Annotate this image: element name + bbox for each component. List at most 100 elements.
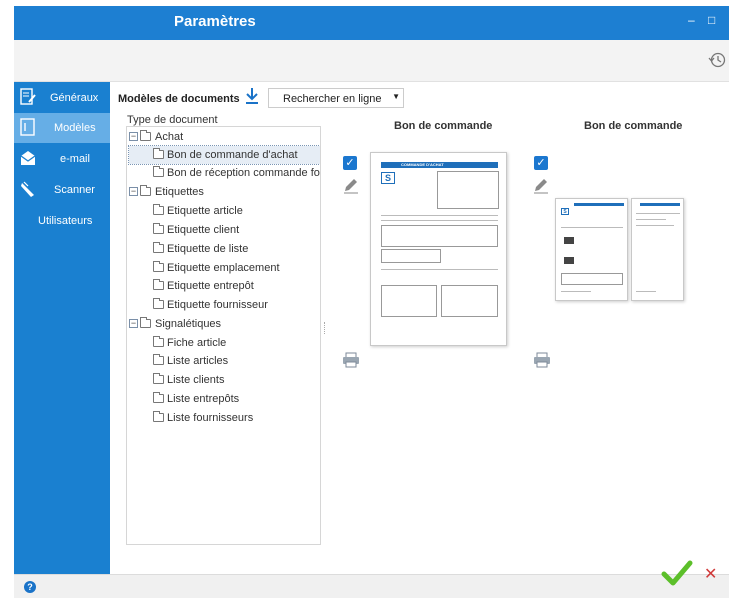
- sidebar-item-utilisateurs[interactable]: Utilisateurs: [14, 206, 110, 236]
- preview-address-box: [381, 285, 437, 317]
- collapse-icon[interactable]: −: [129, 132, 138, 141]
- preview-header-band: [640, 203, 680, 206]
- tree-item-label: Liste entrepôts: [167, 393, 240, 405]
- edit-document-icon: [20, 88, 36, 105]
- help-icon[interactable]: ?: [24, 581, 36, 593]
- scanner-icon: [21, 181, 34, 197]
- search-online-select[interactable]: Rechercher en ligne ▼: [268, 88, 404, 108]
- preview-line: [636, 291, 656, 292]
- tree-item[interactable]: Fiche article: [129, 334, 320, 352]
- sidebar-item-modeles[interactable]: Modèles: [14, 113, 110, 143]
- tree-item[interactable]: Etiquette entrepôt: [129, 277, 320, 295]
- panel-splitter[interactable]: [324, 322, 327, 334]
- title-bar: Paramètres – □: [14, 6, 729, 40]
- download-icon[interactable]: [244, 87, 260, 105]
- preview-line: [381, 220, 498, 221]
- history-icon[interactable]: [708, 51, 726, 69]
- confirm-button[interactable]: [661, 559, 693, 587]
- templates-heading: Modèles de documents: [118, 93, 240, 105]
- chevron-down-icon[interactable]: ▼: [392, 92, 400, 101]
- preview-line: [561, 291, 591, 292]
- document-preview-page[interactable]: [631, 198, 684, 301]
- tree-item[interactable]: Liste clients: [129, 371, 320, 389]
- tree-item-label: Etiquette fournisseur: [167, 299, 268, 311]
- company-logo: S: [561, 208, 569, 215]
- edit-icon[interactable]: [342, 176, 360, 194]
- preview-line: [636, 213, 680, 214]
- tree-item-label: Fiche article: [167, 337, 227, 349]
- preview-line: [636, 225, 674, 226]
- cancel-button[interactable]: ✕: [704, 564, 717, 584]
- status-bar: ?: [14, 574, 729, 598]
- toolbar: [14, 40, 729, 82]
- preview-title: Bon de commande: [394, 120, 493, 132]
- preview-line: [561, 227, 623, 228]
- preview-header-band: [574, 203, 624, 206]
- tree-item[interactable]: Etiquette emplacement: [129, 259, 320, 277]
- sidebar-item-generaux[interactable]: Généraux: [14, 83, 110, 113]
- tree-item[interactable]: Bon de réception commande fou: [129, 164, 320, 182]
- preview-line: [636, 219, 666, 220]
- printer-icon[interactable]: [342, 352, 360, 368]
- document-preview-page[interactable]: COMMANDE D'ACHAT S: [370, 152, 507, 346]
- tree-group-signaletiques[interactable]: − Signalétiques: [127, 315, 320, 333]
- printer-icon[interactable]: [533, 352, 551, 368]
- preview-totals: [381, 249, 441, 263]
- tree-item[interactable]: Etiquette fournisseur: [129, 296, 320, 314]
- tree-item[interactable]: Liste entrepôts: [129, 390, 320, 408]
- tree-group-label: Signalétiques: [155, 318, 222, 330]
- folder-icon: [153, 261, 164, 272]
- maximize-icon[interactable]: □: [708, 13, 715, 27]
- search-online-value: Rechercher en ligne: [283, 93, 382, 105]
- tree-item[interactable]: Bon de commande d'achat: [128, 145, 320, 165]
- sidebar-item-label: e-mail: [60, 153, 90, 165]
- tree-item[interactable]: Liste articles: [129, 352, 320, 370]
- company-logo: S: [381, 172, 395, 184]
- tree-item-label: Etiquette entrepôt: [167, 280, 254, 292]
- sidebar: Généraux Modèles e-mail Scanner Utilisat…: [14, 82, 110, 574]
- tree-item-label: Liste clients: [167, 374, 225, 386]
- folder-icon: [153, 242, 164, 253]
- folder-icon: [153, 298, 164, 309]
- folder-icon: [140, 185, 151, 196]
- tree-item-label: Etiquette article: [167, 205, 243, 217]
- sidebar-item-scanner[interactable]: Scanner: [14, 175, 110, 205]
- folder-icon: [153, 166, 164, 177]
- folder-icon: [153, 392, 164, 403]
- edit-icon[interactable]: [532, 176, 550, 194]
- preview-table: [381, 225, 498, 247]
- preview-checkbox[interactable]: ✓: [534, 156, 548, 170]
- sidebar-item-label: Scanner: [54, 184, 95, 196]
- tree-group-label: Etiquettes: [155, 186, 204, 198]
- tree-item[interactable]: Liste fournisseurs: [129, 409, 320, 427]
- sidebar-item-label: Utilisateurs: [38, 215, 93, 227]
- tree-item-label: Bon de commande d'achat: [167, 149, 298, 161]
- tree-item-label: Liste fournisseurs: [167, 412, 254, 424]
- sidebar-item-label: Modèles: [54, 122, 96, 134]
- preview-table: [561, 273, 623, 285]
- preview-checkbox[interactable]: ✓: [343, 156, 357, 170]
- tree-group-etiquettes[interactable]: − Etiquettes: [127, 183, 320, 201]
- folder-icon: [153, 411, 164, 422]
- preview-address-box: [437, 171, 499, 209]
- tree-item-label: Etiquette emplacement: [167, 262, 280, 274]
- collapse-icon[interactable]: −: [129, 187, 138, 196]
- envelope-icon: [20, 151, 36, 165]
- window-title: Paramètres: [174, 13, 256, 30]
- product-image: [564, 237, 574, 244]
- folder-icon: [153, 373, 164, 384]
- folder-icon: [153, 336, 164, 347]
- sidebar-item-email[interactable]: e-mail: [14, 144, 110, 174]
- preview-address-box: [441, 285, 498, 317]
- minimize-icon[interactable]: –: [688, 13, 695, 27]
- tree-item[interactable]: Etiquette client: [129, 221, 320, 239]
- preview-title: Bon de commande: [584, 120, 683, 132]
- collapse-icon[interactable]: −: [129, 319, 138, 328]
- template-icon: [20, 118, 35, 136]
- tree-item[interactable]: Etiquette de liste: [129, 240, 320, 258]
- tree-group-achat[interactable]: − Achat: [127, 128, 320, 146]
- tree-item[interactable]: Etiquette article: [129, 202, 320, 220]
- document-preview-page[interactable]: S: [555, 198, 628, 301]
- tree-item-label: Bon de réception commande fou: [167, 167, 321, 179]
- folder-icon: [153, 148, 164, 159]
